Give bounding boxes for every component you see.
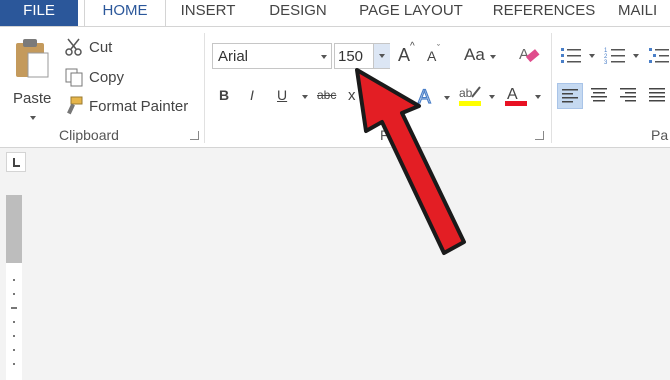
chevron-down-icon — [302, 95, 308, 99]
chevron-down-icon — [444, 96, 450, 100]
paste-button[interactable]: Paste — [10, 35, 56, 120]
document-page[interactable] — [30, 152, 670, 380]
ruler-tick — [11, 307, 17, 309]
tab-file[interactable]: FILE — [0, 0, 78, 26]
copy-icon — [65, 68, 83, 87]
svg-text:ab: ab — [459, 86, 473, 100]
numbering-icon: 1 2 3 — [604, 48, 625, 66]
chevron-down-icon — [379, 54, 385, 58]
grow-font-icon: A — [398, 45, 411, 65]
vertical-ruler — [6, 195, 22, 380]
paste-dropdown-icon — [30, 116, 36, 120]
subscript-label: x — [348, 87, 356, 104]
font-size-dropdown[interactable]: 150 — [334, 43, 390, 69]
scissors-icon — [65, 38, 82, 56]
bold-label: B — [219, 87, 230, 103]
chevron-down-icon — [633, 54, 639, 58]
font-name-dropdown[interactable]: Arial — [212, 43, 332, 69]
format-painter-label: Format Painter — [89, 98, 189, 115]
svg-text:3: 3 — [604, 60, 608, 65]
shrink-font-icon: A — [427, 48, 437, 64]
chevron-down-icon — [489, 95, 495, 99]
svg-text:A: A — [519, 46, 529, 63]
cut-label: Cut — [89, 39, 113, 56]
svg-text:A: A — [507, 86, 518, 103]
change-case-label: Aa — [464, 45, 485, 64]
italic-label: I — [250, 87, 254, 103]
strikethrough-label: abc — [317, 88, 337, 102]
font-color-button[interactable]: A — [504, 83, 544, 109]
copy-label: Copy — [89, 69, 125, 86]
clipboard-group-label: Clipboard — [59, 127, 119, 143]
clear-formatting-button[interactable]: A — [518, 43, 542, 67]
bold-button[interactable]: B — [216, 85, 234, 107]
italic-button[interactable]: I — [245, 85, 263, 107]
format-painter-icon — [67, 96, 83, 115]
multilevel-list-icon — [649, 48, 669, 63]
font-size-value: 150 — [338, 48, 364, 65]
shrink-font-caret-icon: ˇ — [437, 43, 440, 53]
paste-label: Paste — [13, 90, 52, 107]
font-size-dropdown-button[interactable] — [373, 44, 390, 68]
change-case-button[interactable]: Aa — [462, 45, 498, 67]
font-name-value: Arial — [218, 48, 249, 65]
shrink-font-button[interactable]: A ˇ — [424, 43, 446, 67]
bullets-button[interactable] — [560, 45, 596, 67]
tab-references[interactable]: REFERENCES — [490, 0, 598, 26]
underline-label: U — [277, 87, 288, 103]
multilevel-list-button[interactable] — [648, 45, 670, 67]
group-separator — [204, 33, 205, 143]
chevron-down-icon — [321, 55, 327, 59]
paste-icon — [16, 39, 49, 78]
subscript-button[interactable]: x — [346, 85, 360, 107]
tab-home[interactable]: HOME — [84, 0, 166, 26]
grow-font-button[interactable]: A ^ — [396, 41, 418, 67]
highlighter-icon: ab — [459, 86, 481, 106]
justify-icon — [649, 88, 665, 102]
tab-mailings[interactable]: MAILI — [618, 0, 670, 26]
eraser-icon: A — [519, 46, 540, 63]
tab-design[interactable]: DESIGN — [262, 0, 334, 26]
tab-page-layout[interactable]: PAGE LAYOUT — [352, 0, 470, 26]
align-right-button[interactable] — [616, 83, 642, 109]
text-effects-button[interactable]: A — [416, 85, 454, 109]
font-color-icon: A — [505, 86, 527, 106]
bullets-icon — [561, 48, 581, 63]
chevron-down-icon — [490, 55, 496, 59]
text-effects-icon: A — [417, 86, 431, 108]
underline-button[interactable]: U — [274, 85, 310, 107]
clipboard-dialog-launcher-icon[interactable] — [190, 131, 199, 140]
ruler-tick — [13, 349, 15, 351]
ribbon-tabs: FILE HOME INSERT DESIGN PAGE LAYOUT REFE… — [0, 0, 670, 26]
strikethrough-button[interactable]: abc — [316, 85, 342, 107]
ribbon: Paste Cut Copy Format Painter Clipboard … — [0, 26, 670, 148]
ruler-margin-shade — [6, 195, 22, 263]
left-tab-stop-icon — [13, 158, 20, 167]
align-left-icon — [562, 89, 578, 103]
align-center-icon — [591, 88, 607, 102]
align-left-button[interactable] — [557, 83, 583, 109]
justify-button[interactable] — [645, 83, 670, 109]
text-highlight-color-button[interactable]: ab — [458, 83, 498, 109]
numbering-button[interactable]: 1 2 3 — [604, 45, 640, 67]
chevron-down-icon — [535, 95, 541, 99]
ruler-tick — [13, 321, 15, 323]
tab-selector[interactable] — [6, 152, 26, 172]
font-group-label: F — [380, 127, 389, 143]
ruler-tick — [13, 363, 15, 365]
grow-font-caret-icon: ^ — [410, 41, 415, 52]
chevron-down-icon — [589, 54, 595, 58]
align-center-button[interactable] — [587, 83, 613, 109]
group-separator — [551, 33, 552, 143]
tab-insert[interactable]: INSERT — [172, 0, 244, 26]
font-dialog-launcher-icon[interactable] — [535, 131, 544, 140]
ruler-tick — [13, 293, 15, 295]
svg-text:A: A — [418, 87, 431, 108]
ruler-tick — [13, 335, 15, 337]
paragraph-group-label: Pa — [651, 127, 669, 143]
align-right-icon — [620, 88, 636, 102]
ruler-tick — [13, 279, 15, 281]
